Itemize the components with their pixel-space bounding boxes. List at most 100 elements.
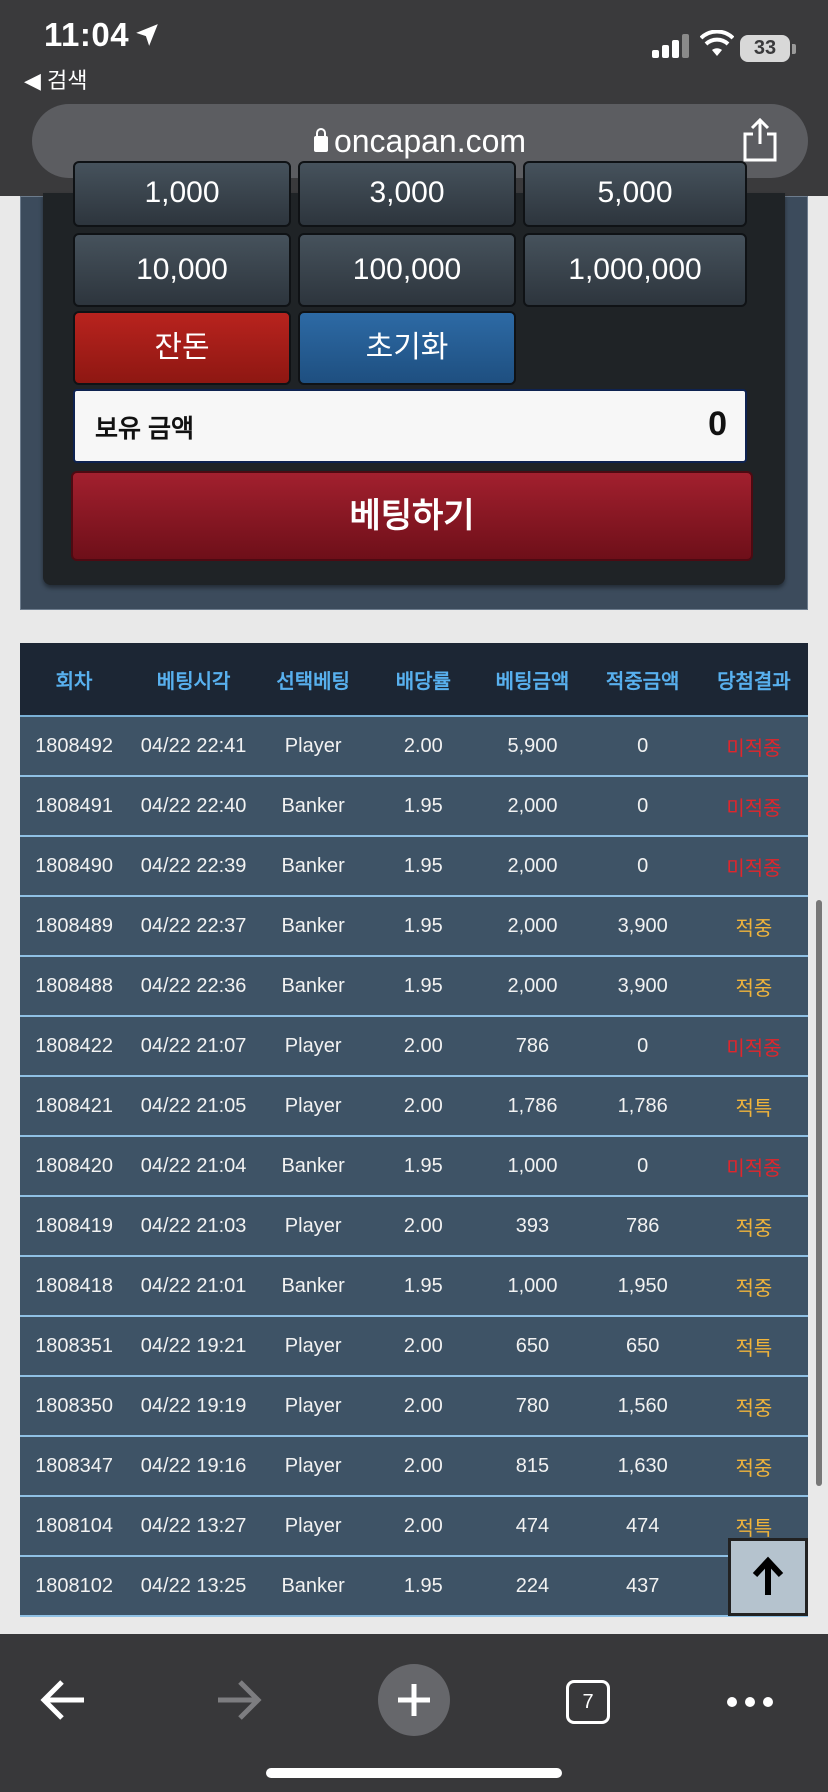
header-win-amount: 적중금액 [585, 643, 700, 717]
battery-icon: 33 [740, 35, 790, 62]
table-row: 1808418 04/22 21:01 Banker 1.95 1,000 1,950 적중 [20, 1256, 808, 1317]
back-to-app-link[interactable]: ◀ 검색 [24, 63, 88, 95]
back-arrow-icon[interactable] [40, 1678, 88, 1722]
cell-bet-time: 04/22 19:21 [128, 1316, 260, 1377]
cell-selection: Player [259, 1436, 368, 1497]
cell-odds: 2.00 [367, 1436, 480, 1497]
cell-bet-amount: 1,000 [479, 1136, 586, 1197]
cell-bet-amount: 815 [479, 1436, 586, 1497]
cellular-signal-icon [652, 34, 690, 58]
reset-button[interactable]: 초기화 [298, 311, 516, 385]
cell-selection: Player [259, 1016, 368, 1077]
table-row: 1808421 04/22 21:05 Player 2.00 1,786 1,786 적특 [20, 1076, 808, 1137]
chip-button-1000000[interactable]: 1,000,000 [523, 233, 747, 307]
balance-label: 보유 금액 [95, 415, 194, 443]
cell-bet-amount: 224 [479, 1556, 586, 1617]
cell-odds: 2.00 [367, 1496, 480, 1557]
cell-selection: Player [259, 1196, 368, 1257]
tab-switcher-button[interactable]: 7 [566, 1680, 610, 1724]
chip-button-3000[interactable]: 3,000 [298, 161, 516, 227]
cell-win-amount: 437 [585, 1556, 700, 1617]
home-indicator[interactable] [266, 1768, 562, 1778]
header-round: 회차 [20, 643, 129, 717]
scroll-to-top-button[interactable] [728, 1538, 808, 1616]
cell-bet-amount: 393 [479, 1196, 586, 1257]
cell-bet-amount: 2,000 [479, 836, 586, 897]
cell-round: 1808491 [20, 776, 129, 837]
cell-bet-amount: 1,786 [479, 1076, 586, 1137]
header-selection: 선택베팅 [259, 643, 368, 717]
table-row: 1808104 04/22 13:27 Player 2.00 474 474 적특 [20, 1496, 808, 1557]
cell-win-amount: 1,560 [585, 1376, 700, 1437]
cell-selection: Banker [259, 836, 368, 897]
cell-win-amount: 0 [585, 1016, 700, 1077]
balance-field: 보유 금액 0 [73, 389, 747, 463]
cell-bet-time: 04/22 22:40 [128, 776, 260, 837]
cell-bet-time: 04/22 22:36 [128, 956, 260, 1017]
page-scrollbar[interactable] [816, 900, 822, 1486]
cell-round: 1808421 [20, 1076, 129, 1137]
cell-round: 1808104 [20, 1496, 129, 1557]
share-icon[interactable] [742, 118, 778, 162]
url-text: oncapan.com [333, 123, 527, 159]
betting-panel: 1,000 3,000 5,000 10,000 100,000 1,000,0… [20, 161, 808, 610]
cell-round: 1808102 [20, 1556, 129, 1617]
wifi-icon [700, 30, 734, 56]
cell-bet-amount: 780 [479, 1376, 586, 1437]
more-icon[interactable] [726, 1696, 774, 1708]
cell-bet-amount: 5,900 [479, 716, 586, 777]
cell-odds: 2.00 [367, 1076, 480, 1137]
cell-bet-amount: 2,000 [479, 776, 586, 837]
forward-arrow-icon[interactable] [214, 1678, 262, 1722]
cell-result: 적중 [699, 1196, 808, 1257]
cell-odds: 1.95 [367, 896, 480, 957]
chip-button-1000[interactable]: 1,000 [73, 161, 291, 227]
arrow-up-icon [752, 1556, 784, 1595]
cell-bet-amount: 786 [479, 1016, 586, 1077]
battery-nub [792, 44, 796, 54]
cell-bet-time: 04/22 13:27 [128, 1496, 260, 1557]
chip-button-5000[interactable]: 5,000 [523, 161, 747, 227]
chip-button-10000[interactable]: 10,000 [73, 233, 291, 307]
cell-result: 미적중 [699, 836, 808, 897]
cell-bet-amount: 2,000 [479, 956, 586, 1017]
cell-win-amount: 0 [585, 836, 700, 897]
cell-win-amount: 0 [585, 716, 700, 777]
cell-selection: Banker [259, 956, 368, 1017]
cell-odds: 2.00 [367, 716, 480, 777]
chip-button-100000[interactable]: 100,000 [298, 233, 516, 307]
betting-panel-inner: 1,000 3,000 5,000 10,000 100,000 1,000,0… [43, 161, 785, 585]
table-header-row: 회차 베팅시각 선택베팅 배당률 베팅금액 적중금액 당첨결과 [20, 643, 808, 717]
cell-round: 1808422 [20, 1016, 129, 1077]
cell-result: 적중 [699, 956, 808, 1017]
cell-round: 1808420 [20, 1136, 129, 1197]
cell-round: 1808488 [20, 956, 129, 1017]
cell-odds: 2.00 [367, 1016, 480, 1077]
cell-round: 1808418 [20, 1256, 129, 1317]
header-bet-time: 베팅시각 [128, 643, 260, 717]
table-row: 1808490 04/22 22:39 Banker 1.95 2,000 0 미적중 [20, 836, 808, 897]
cell-odds: 1.95 [367, 1256, 480, 1317]
cell-win-amount: 474 [585, 1496, 700, 1557]
table-row: 1808350 04/22 19:19 Player 2.00 780 1,560 적중 [20, 1376, 808, 1437]
status-time: 11:04 [44, 16, 130, 53]
table-row: 1808422 04/22 21:07 Player 2.00 786 0 미적중 [20, 1016, 808, 1077]
cell-selection: Player [259, 716, 368, 777]
change-button[interactable]: 잔돈 [73, 311, 291, 385]
lock-icon [313, 128, 328, 152]
header-result: 당첨결과 [699, 643, 808, 717]
browser-toolbar: 7 [0, 1634, 828, 1792]
cell-bet-time: 04/22 21:04 [128, 1136, 260, 1197]
cell-selection: Player [259, 1376, 368, 1437]
table-row: 180810204/22 13:25Banker1.95224437적중 [20, 1556, 808, 1617]
cell-win-amount: 650 [585, 1316, 700, 1377]
cell-result: 적특 [699, 1076, 808, 1137]
cell-round: 1808490 [20, 836, 129, 897]
new-tab-button[interactable] [378, 1664, 450, 1736]
plus-icon [398, 1684, 430, 1716]
place-bet-button[interactable]: 베팅하기 [71, 471, 753, 561]
cell-win-amount: 3,900 [585, 956, 700, 1017]
cell-result: 적중 [699, 1436, 808, 1497]
table-row: 1808489 04/22 22:37 Banker 1.95 2,000 3,900 적중 [20, 896, 808, 957]
cell-round: 1808350 [20, 1376, 129, 1437]
